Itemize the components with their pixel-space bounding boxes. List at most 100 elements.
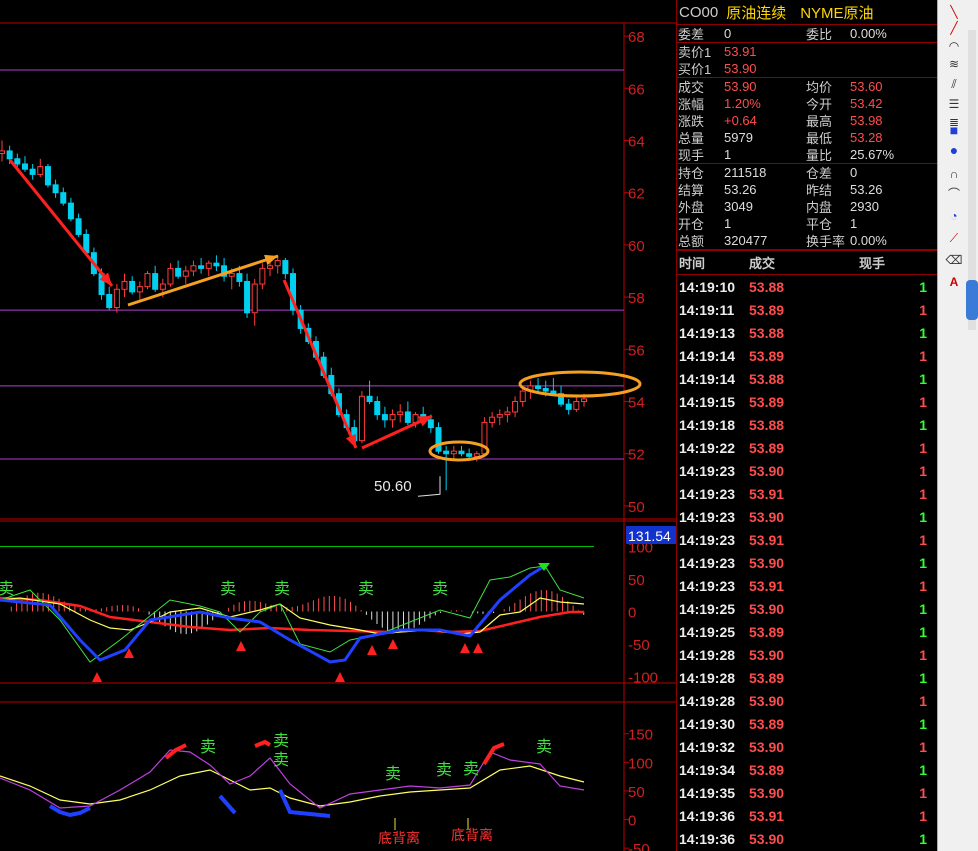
quote-value: 53.26	[724, 182, 757, 197]
tick-row[interactable]: 14:19:23 53.91 1	[677, 528, 937, 551]
tick-row[interactable]: 14:19:23 53.90 1	[677, 459, 937, 482]
tick-price: 53.89	[749, 347, 785, 364]
candle-body	[228, 273, 235, 277]
tick-time: 14:19:22	[679, 439, 736, 456]
candle-body	[397, 411, 404, 416]
tick-row[interactable]: 14:19:23 53.91 1	[677, 574, 937, 597]
tick-price: 53.88	[749, 324, 785, 341]
tick-row[interactable]: 14:19:22 53.89 1	[677, 436, 937, 459]
quote-value: 25.67%	[850, 147, 895, 162]
tick-row[interactable]: 14:19:15 53.89 1	[677, 390, 937, 413]
quote-value: 53.91	[724, 44, 757, 59]
quote-row: 结算 53.26 昨结 53.26	[677, 181, 937, 198]
parallel-tool-icon[interactable]: ⫽	[942, 76, 966, 92]
price-tick-label: 52	[628, 447, 645, 464]
tick-row[interactable]: 14:19:11 53.89 1	[677, 298, 937, 321]
tick-row[interactable]: 14:19:28 53.89 1	[677, 666, 937, 689]
quote-value: 3049	[724, 199, 753, 214]
chart-area[interactable]: 68 66 64 62 60 58 56 54 52 50 50.60 100 50 0 -50 -100 13…	[0, 0, 676, 851]
toolbar-scroll-thumb[interactable]	[966, 280, 978, 320]
tick-time: 14:19:18	[679, 416, 736, 433]
tick-row[interactable]: 14:19:30 53.89 1	[677, 712, 937, 735]
tick-row[interactable]: 14:19:18 53.88 1	[677, 413, 937, 436]
wave-tool-icon[interactable]: ⌒	[942, 186, 966, 202]
tick-row[interactable]: 14:19:35 53.90 1	[677, 781, 937, 804]
tick-row[interactable]: 14:19:14 53.89 1	[677, 344, 937, 367]
tick-time: 14:19:28	[679, 646, 736, 663]
toolbar-scrollbar[interactable]	[966, 30, 978, 330]
tick-row[interactable]: 14:19:36 53.91 1	[677, 804, 937, 827]
tick-row[interactable]: 14:19:28 53.90 1	[677, 689, 937, 712]
candle-body	[129, 280, 136, 293]
quote-row: 卖价1 53.91	[677, 43, 937, 60]
candle-body	[504, 411, 511, 416]
exchange-name: NYME原油	[800, 4, 874, 22]
tick-header-volume: 现手	[859, 256, 886, 271]
tick-volume: 1	[919, 623, 927, 640]
quote-value: 0	[724, 26, 732, 41]
tick-row[interactable]: 14:19:34 53.89 1	[677, 758, 937, 781]
buy-signal-triangle	[473, 643, 483, 653]
candle-body	[427, 419, 434, 429]
tick-list[interactable]: 14:19:10 53.88 1 14:19:11 53.89 1 14:19:13 53.8…	[677, 275, 937, 850]
fibonacci-tool-icon[interactable]: ☰	[942, 96, 966, 112]
tick-row[interactable]: 14:19:23 53.90 1	[677, 505, 937, 528]
candle-body	[37, 166, 44, 175]
low-annotation-leader	[417, 476, 441, 497]
ellipse-tool-icon[interactable]: ●	[942, 142, 966, 158]
arc-tool-icon[interactable]: ◠	[942, 38, 966, 54]
tick-row[interactable]: 14:19:10 53.88 1	[677, 275, 937, 298]
tick-header-price: 成交	[749, 256, 776, 271]
price-tick-label: 66	[628, 81, 645, 98]
tick-volume: 1	[919, 370, 927, 387]
candle-body	[236, 273, 243, 282]
candle-body	[136, 286, 143, 293]
tick-price: 53.89	[749, 761, 785, 778]
tick-row[interactable]: 14:19:23 53.90 1	[677, 551, 937, 574]
quote-bid-ask: 卖价1 53.91 买价1 53.90	[677, 43, 937, 78]
chart-canvas[interactable]: 68 66 64 62 60 58 56 54 52 50 50.60 100 50 0 -50 -100 13…	[0, 0, 676, 851]
tick-row[interactable]: 14:19:13 53.88 1	[677, 321, 937, 344]
price-tick-label: 58	[628, 290, 645, 307]
tick-time: 14:19:10	[679, 278, 736, 295]
tick-row[interactable]: 14:19:28 53.90 1	[677, 643, 937, 666]
tick-price: 53.90	[749, 784, 785, 801]
tick-time: 14:19:28	[679, 669, 736, 686]
candle-body	[67, 202, 74, 220]
tick-price: 53.91	[749, 531, 785, 548]
tick-row[interactable]: 14:19:32 53.90 1	[677, 735, 937, 758]
drawing-toolbar[interactable]: ╲ ╱ ◠ ≋ ⫽ ☰ ≣ ■ ● ∩ ⌒ ◔ ⟋ ⌫ A	[937, 0, 978, 851]
sell-signal-label: 卖	[220, 580, 236, 598]
tick-row[interactable]: 14:19:25 53.90 1	[677, 597, 937, 620]
channel-tool-icon[interactable]: ≋	[942, 56, 966, 72]
quote-label: 现手	[678, 148, 705, 163]
quote-value: 5979	[724, 130, 753, 145]
price-tick-label: 54	[628, 395, 645, 412]
tick-volume: 1	[919, 715, 927, 732]
eraser-tool-icon[interactable]: ⌫	[942, 252, 966, 268]
line-tool-icon[interactable]: ╲	[942, 4, 966, 20]
tick-time: 14:19:34	[679, 761, 736, 778]
tick-price: 53.90	[749, 508, 785, 525]
cycle-tool-icon[interactable]: ∩	[942, 166, 966, 182]
tick-row[interactable]: 14:19:14 53.88 1	[677, 367, 937, 390]
indicator2-sell-label: 卖	[463, 760, 479, 778]
indicator2-tick-label: -50	[628, 841, 650, 851]
buy-signal-triangle	[388, 639, 398, 649]
rectangle-tool-icon[interactable]: ■	[942, 122, 966, 138]
text-tool-icon[interactable]: A	[942, 274, 966, 290]
ray-tool-icon[interactable]: ╱	[942, 20, 966, 36]
tick-volume: 1	[919, 393, 927, 410]
price-tick-label: 60	[628, 238, 645, 255]
indicator2-sell-label: 卖	[436, 761, 452, 779]
candle-body	[175, 267, 182, 277]
tick-row[interactable]: 14:19:23 53.91 1	[677, 482, 937, 505]
tick-row[interactable]: 14:19:36 53.90 1	[677, 827, 937, 850]
quote-value: 0.00%	[850, 233, 887, 248]
arrow-tool-icon[interactable]: ⟋	[942, 230, 966, 246]
tick-volume: 1	[919, 669, 927, 686]
tick-row[interactable]: 14:19:25 53.89 1	[677, 620, 937, 643]
pie-tool-icon[interactable]: ◔	[942, 208, 966, 224]
tick-volume: 1	[919, 347, 927, 364]
quote-value: 53.60	[850, 79, 883, 94]
